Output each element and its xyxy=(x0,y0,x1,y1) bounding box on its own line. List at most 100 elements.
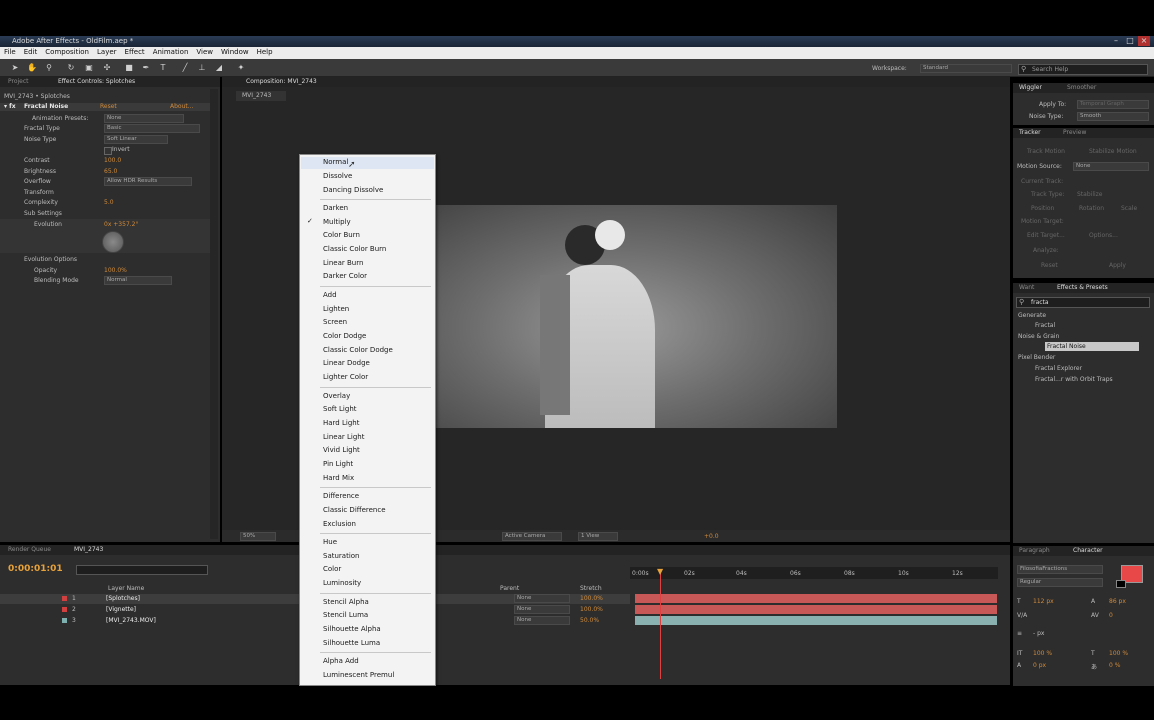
motion-source-dropdown[interactable]: None xyxy=(1073,162,1149,171)
tab-want[interactable]: Want xyxy=(1019,284,1034,291)
blend-option-multiply[interactable]: Multiply xyxy=(323,218,351,226)
blend-option-silhouette-alpha[interactable]: Silhouette Alpha xyxy=(323,625,381,633)
search-help-field[interactable]: ⚲ Search Help xyxy=(1018,64,1148,75)
tab-effects-presets[interactable]: Effects & Presets xyxy=(1057,284,1108,291)
tree-item-fractal-orbit[interactable]: Fractal...r with Orbit Traps xyxy=(1035,376,1113,383)
effects-search-input[interactable]: ⚲ fracta xyxy=(1016,297,1150,308)
wiggler-noise-type-dropdown[interactable]: Smooth xyxy=(1077,112,1149,121)
evolution-dial[interactable] xyxy=(102,231,124,253)
animation-presets-dropdown[interactable]: None xyxy=(104,114,184,123)
layer-color-label[interactable] xyxy=(62,596,67,601)
tab-project[interactable]: Project xyxy=(8,78,29,85)
menu-edit[interactable]: Edit xyxy=(20,47,42,56)
blend-option-pin-light[interactable]: Pin Light xyxy=(323,460,353,468)
font-family-dropdown[interactable]: FilosofiaFractions xyxy=(1017,565,1103,574)
tree-item-noise-grain[interactable]: Noise & Grain xyxy=(1018,333,1059,340)
views-dropdown[interactable]: 1 View xyxy=(578,532,618,541)
blend-option-luminescent-premul[interactable]: Luminescent Premul xyxy=(323,671,394,679)
zoom-dropdown[interactable]: 50% xyxy=(240,532,276,541)
tab-smoother[interactable]: Smoother xyxy=(1067,84,1096,91)
eraser-tool-icon[interactable]: ◢ xyxy=(214,63,224,73)
menu-layer[interactable]: Layer xyxy=(93,47,121,56)
maximize-icon[interactable]: □ xyxy=(1124,36,1136,46)
sub-settings-group[interactable]: Sub Settings xyxy=(24,210,62,217)
tab-wiggler[interactable]: Wiggler xyxy=(1019,84,1042,91)
noise-type-dropdown[interactable]: Soft Linear xyxy=(104,135,168,144)
stroke-width-unit[interactable]: - px xyxy=(1033,630,1044,637)
evolution-options-group[interactable]: Evolution Options xyxy=(24,256,77,263)
blend-option-lighten[interactable]: Lighten xyxy=(323,305,349,313)
blend-option-hard-light[interactable]: Hard Light xyxy=(323,419,359,427)
blend-option-soft-light[interactable]: Soft Light xyxy=(323,405,357,413)
menu-help[interactable]: Help xyxy=(253,47,277,56)
evolution-value[interactable]: 0x +357.2° xyxy=(104,221,138,228)
layer-color-label[interactable] xyxy=(62,618,67,623)
blend-option-screen[interactable]: Screen xyxy=(323,318,347,326)
tab-paragraph[interactable]: Paragraph xyxy=(1019,547,1050,554)
tab-effect-controls[interactable]: Effect Controls: Splotches xyxy=(58,78,135,85)
blend-option-add[interactable]: Add xyxy=(323,291,337,299)
brightness-value[interactable]: 65.0 xyxy=(104,168,117,175)
layer-parent-dropdown[interactable]: None xyxy=(514,605,570,614)
menu-file[interactable]: File xyxy=(0,47,20,56)
track-type-value[interactable]: Stabilize xyxy=(1077,191,1103,198)
blend-option-color[interactable]: Color xyxy=(323,565,341,573)
tree-item-pixel-bender[interactable]: Pixel Bender xyxy=(1018,354,1055,361)
blend-option-vivid-light[interactable]: Vivid Light xyxy=(323,446,360,454)
close-icon[interactable]: × xyxy=(1138,36,1150,46)
current-time-indicator[interactable] xyxy=(660,569,661,679)
position-checkbox[interactable]: Position xyxy=(1031,205,1054,212)
exposure-value[interactable]: +0.0 xyxy=(704,533,719,540)
overflow-dropdown[interactable]: Allow HDR Results xyxy=(104,177,192,186)
complexity-value[interactable]: 5.0 xyxy=(104,199,114,206)
blend-option-darker-color[interactable]: Darker Color xyxy=(323,272,367,280)
blend-option-overlay[interactable]: Overlay xyxy=(323,392,350,400)
blend-option-difference[interactable]: Difference xyxy=(323,492,359,500)
blend-option-classic-color-dodge[interactable]: Classic Color Dodge xyxy=(323,346,393,354)
timecode-display[interactable]: 0:00:01:01 xyxy=(8,564,63,574)
invert-checkbox[interactable] xyxy=(104,147,112,155)
options-button[interactable]: Options... xyxy=(1089,232,1118,239)
baseline-shift-value[interactable]: 0 px xyxy=(1033,662,1046,669)
horizontal-scale-value[interactable]: 100 % xyxy=(1109,650,1128,657)
menu-effect[interactable]: Effect xyxy=(121,47,149,56)
blend-option-stencil-luma[interactable]: Stencil Luma xyxy=(323,611,368,619)
fractal-type-dropdown[interactable]: Basic xyxy=(104,124,200,133)
track-motion-button[interactable]: Track Motion xyxy=(1027,148,1065,155)
rectangle-tool-icon[interactable]: ■ xyxy=(124,63,134,73)
camera-dropdown[interactable]: Active Camera xyxy=(502,532,562,541)
blend-option-alpha-add[interactable]: Alpha Add xyxy=(323,657,359,665)
layer-parent-dropdown[interactable]: None xyxy=(514,616,570,625)
effect-controls-scrollbar[interactable] xyxy=(210,89,218,539)
layer-duration-bar[interactable] xyxy=(635,605,997,614)
timeline-search-input[interactable] xyxy=(76,565,208,575)
blend-option-color-burn[interactable]: Color Burn xyxy=(323,231,360,239)
blend-option-hard-mix[interactable]: Hard Mix xyxy=(323,474,354,482)
blend-option-stencil-alpha[interactable]: Stencil Alpha xyxy=(323,598,369,606)
reset-link[interactable]: Reset xyxy=(100,103,117,110)
blend-option-lighter-color[interactable]: Lighter Color xyxy=(323,373,368,381)
tracking-value[interactable]: 0 xyxy=(1109,612,1113,619)
clone-stamp-tool-icon[interactable]: ⊥ xyxy=(197,63,207,73)
tree-item-fractal[interactable]: Fractal xyxy=(1035,322,1055,329)
menu-view[interactable]: View xyxy=(192,47,217,56)
rotation-tool-icon[interactable]: ↻ xyxy=(66,63,76,73)
blend-option-linear-dodge[interactable]: Linear Dodge xyxy=(323,359,370,367)
tab-render-queue[interactable]: Render Queue xyxy=(8,546,51,553)
scale-checkbox[interactable]: Scale xyxy=(1121,205,1137,212)
tree-item-fractal-noise[interactable]: Fractal Noise xyxy=(1045,342,1139,351)
blending-mode-dropdown[interactable]: Normal xyxy=(104,276,172,285)
menu-animation[interactable]: Animation xyxy=(149,47,193,56)
menu-window[interactable]: Window xyxy=(217,47,253,56)
opacity-value[interactable]: 100.0% xyxy=(104,267,127,274)
brush-tool-icon[interactable]: ╱ xyxy=(180,63,190,73)
tree-item-generate[interactable]: Generate xyxy=(1018,312,1046,319)
apply-to-dropdown[interactable]: Temporal Graph xyxy=(1077,100,1149,109)
blend-option-darken[interactable]: Darken xyxy=(323,204,348,212)
puppet-tool-icon[interactable]: ✦ xyxy=(236,63,246,73)
selection-tool-icon[interactable]: ➤ xyxy=(10,63,20,73)
blend-option-exclusion[interactable]: Exclusion xyxy=(323,520,356,528)
menu-composition[interactable]: Composition xyxy=(41,47,93,56)
time-ruler[interactable]: 0:00s 02s 04s 06s 08s 10s 12s xyxy=(630,567,998,579)
blend-option-normal[interactable]: Normal xyxy=(323,158,348,166)
